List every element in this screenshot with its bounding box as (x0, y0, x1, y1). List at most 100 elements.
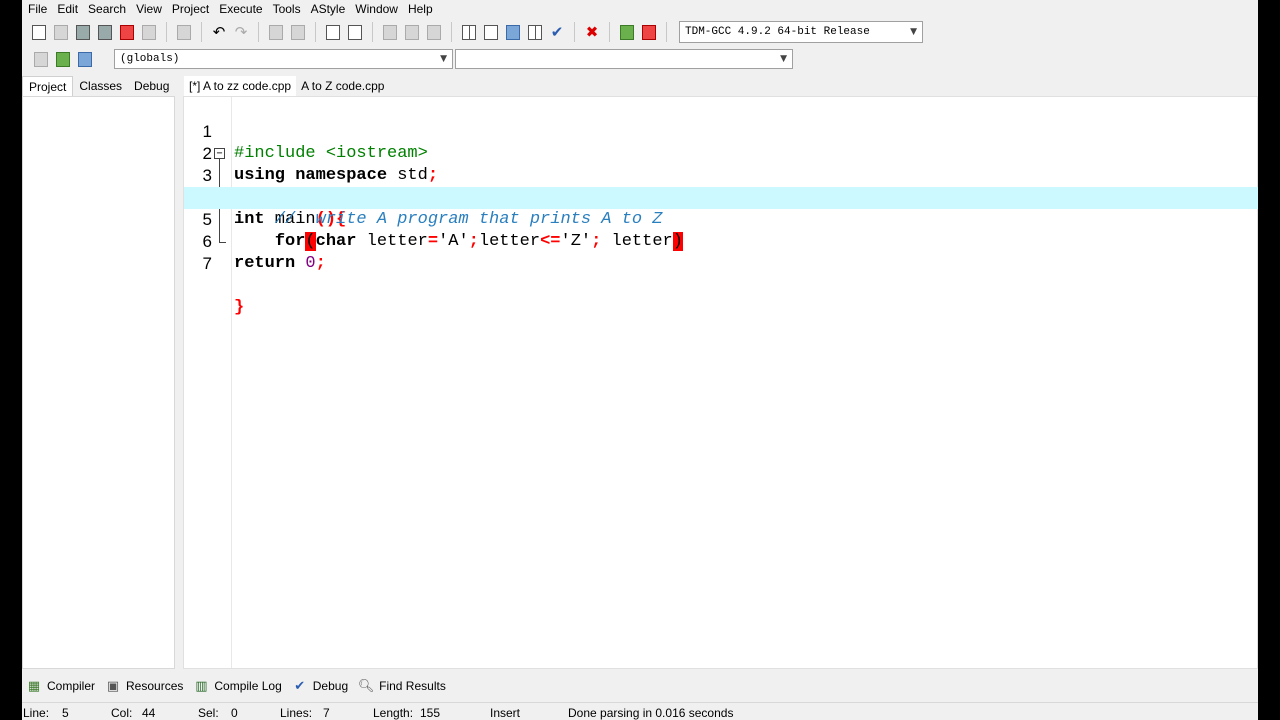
run-icon (484, 24, 498, 40)
goto-next-button[interactable] (401, 21, 423, 43)
line-number: 7 (202, 254, 212, 273)
close-file-button[interactable] (116, 21, 138, 43)
tab-compile-log-label: Compile Log (214, 679, 282, 693)
redo-icon: ↷ (234, 22, 248, 41)
scope-select[interactable]: (globals) ▼ (114, 49, 453, 69)
status-sel-value: 0 (231, 706, 238, 720)
members-select[interactable]: ▼ (455, 49, 793, 69)
tab-debug-label: Debug (312, 679, 349, 693)
devcpp-window: File Edit Search View Project Execute To… (22, 0, 1258, 720)
find-button[interactable] (265, 21, 287, 43)
print-button[interactable] (173, 21, 195, 43)
tab-compile-log[interactable]: ▥ Compile Log (193, 679, 282, 694)
menu-astyle[interactable]: AStyle (306, 0, 351, 18)
find-results-icon: 🔍︎ (357, 678, 375, 694)
chevron-down-icon: ▼ (910, 27, 917, 37)
undo-button[interactable]: ↶ (208, 21, 230, 43)
tab-debug[interactable]: Debug (128, 76, 175, 96)
profile-button[interactable] (616, 21, 638, 43)
menu-execute[interactable]: Execute (214, 0, 267, 18)
stop-icon: ✖ (585, 22, 599, 41)
indent-button[interactable] (322, 21, 344, 43)
find-icon (269, 24, 283, 40)
status-col-value: 44 (142, 706, 156, 720)
status-lines-value: 7 (323, 706, 330, 720)
toolbar-separator (315, 22, 316, 42)
menu-help[interactable]: Help (403, 0, 438, 18)
replace-icon (291, 24, 305, 40)
bookmark-icon (427, 24, 441, 40)
code-line[interactable]: 3 − int main(){ (184, 143, 1258, 229)
fold-toggle-icon[interactable]: − (214, 148, 225, 159)
unindent-button[interactable] (344, 21, 366, 43)
goto-next-icon (405, 24, 419, 40)
insert-button[interactable] (30, 48, 52, 70)
unindent-icon (348, 24, 362, 40)
menu-search[interactable]: Search (83, 0, 131, 18)
close-all-icon (142, 24, 156, 40)
code-text: } (234, 298, 245, 317)
menu-project[interactable]: Project (167, 0, 214, 18)
compiler-select[interactable]: TDM-GCC 4.9.2 64-bit Release ▼ (679, 21, 923, 43)
compile-run-icon (506, 24, 520, 40)
code-line[interactable]: 2 using namespace std; (184, 121, 1258, 185)
current-code-line[interactable]: 5 for(char letter='A';letter<='Z'; lette… (184, 187, 1258, 251)
resources-icon: ▣ (106, 678, 120, 694)
new-file-icon (32, 24, 46, 40)
delete-profile-button[interactable] (638, 21, 660, 43)
menu-file[interactable]: File (22, 0, 52, 18)
stop-execution-button[interactable]: ✖ (581, 21, 603, 43)
menu-window[interactable]: Window (350, 0, 403, 18)
goto-prev-button[interactable] (379, 21, 401, 43)
code-editor[interactable]: 1 #include <iostream> 2 using namespace … (183, 96, 1258, 669)
code-text: return 0; (234, 254, 326, 273)
toggle-bookmark-button[interactable] (423, 21, 445, 43)
replace-button[interactable] (287, 21, 309, 43)
chart-icon (620, 24, 634, 40)
tab-find-results[interactable]: 🔍︎ Find Results (358, 679, 446, 694)
code-line[interactable]: 1 #include <iostream> (184, 99, 1258, 163)
tab-resources-label: Resources (126, 679, 184, 693)
toggle-bookmark2-button[interactable] (74, 48, 96, 70)
editor-tabs: [*] A to zz code.cpp A to Z code.cpp (184, 74, 389, 96)
save-icon (76, 24, 90, 40)
close-all-button[interactable] (138, 21, 160, 43)
editor-tab-a-to-zz[interactable]: [*] A to zz code.cpp (184, 76, 297, 96)
run-button[interactable] (480, 21, 502, 43)
editor-tab-a-to-z[interactable]: A to Z code.cpp (296, 76, 389, 96)
tab-project[interactable]: Project (22, 76, 74, 96)
status-length-label: Length: (373, 706, 414, 720)
tab-find-results-label: Find Results (379, 679, 446, 693)
syntax-check-button[interactable]: ✔ (546, 21, 568, 43)
fold-end-marker (219, 231, 226, 243)
project-panel[interactable] (22, 96, 175, 669)
toolbar-separator (666, 22, 667, 42)
compile-button[interactable] (458, 21, 480, 43)
insert-icon (34, 51, 48, 67)
code-line[interactable]: 6 return 0; (184, 209, 1258, 273)
status-lines-label: Lines: (280, 706, 313, 720)
menu-view[interactable]: View (131, 0, 167, 18)
bottom-panel-tabs: ▦ Compiler ▣ Resources ▥ Compile Log ✔ D… (22, 672, 1258, 700)
left-black-border (0, 0, 22, 720)
compile-run-button[interactable] (502, 21, 524, 43)
open-file-button[interactable] (50, 21, 72, 43)
tab-debug-output[interactable]: ✔ Debug (292, 679, 348, 694)
rebuild-all-button[interactable] (524, 21, 546, 43)
menu-edit[interactable]: Edit (52, 0, 83, 18)
code-line[interactable]: 7 } (184, 231, 1258, 317)
new-file-button[interactable] (28, 21, 50, 43)
code-line[interactable]: 4 // write A program that prints A to Z (184, 165, 1258, 229)
toolbar-separator (258, 22, 259, 42)
menu-tools[interactable]: Tools (268, 0, 306, 18)
save-all-button[interactable] (94, 21, 116, 43)
save-button[interactable] (72, 21, 94, 43)
toolbar-separator (201, 22, 202, 42)
goto-definition-button[interactable] (52, 48, 74, 70)
tab-resources[interactable]: ▣ Resources (105, 678, 184, 694)
toolbar-separator (609, 22, 610, 42)
tab-classes[interactable]: Classes (73, 76, 128, 96)
bookmark2-icon (78, 51, 92, 67)
tab-compiler[interactable]: ▦ Compiler (26, 679, 95, 694)
redo-button[interactable]: ↷ (230, 21, 252, 43)
